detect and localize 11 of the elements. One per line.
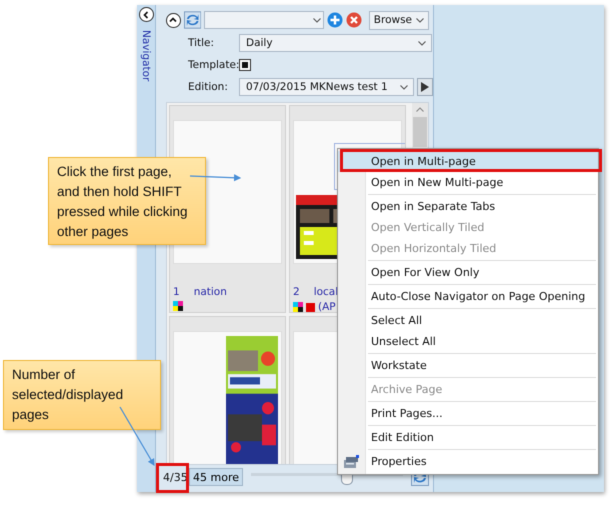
page-name: nation <box>194 286 227 298</box>
field-label: Title: <box>188 37 216 49</box>
field-label: Template: <box>188 59 239 71</box>
page-count: 4/35 <box>163 470 187 484</box>
page-name: local <box>314 286 338 298</box>
field-label: Edition: <box>188 81 229 93</box>
page-number: 2 <box>293 286 300 298</box>
page-number: 1 <box>173 286 180 298</box>
callout-tooltip: Click the first page, and then hold SHIFT pressed while clicking other pages <box>48 157 206 245</box>
callout-tooltip: Number of selected/displayed pages <box>3 360 161 430</box>
page-status: (AP <box>318 301 336 313</box>
